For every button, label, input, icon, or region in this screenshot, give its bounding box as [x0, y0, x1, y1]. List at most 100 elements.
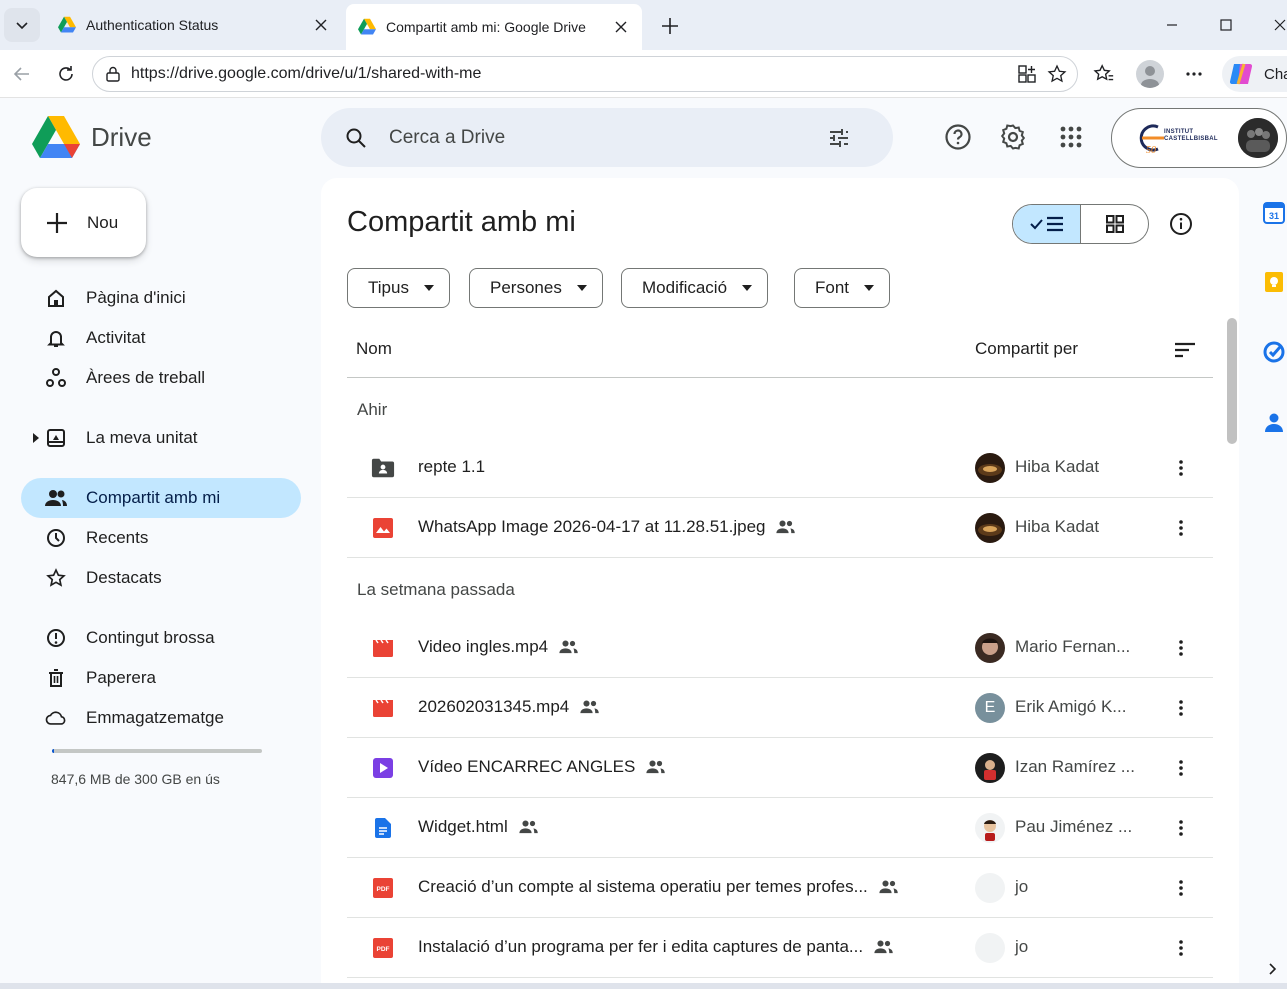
new-button[interactable]: Nou	[21, 188, 146, 257]
close-icon[interactable]	[612, 18, 630, 36]
owner-avatar	[975, 873, 1005, 903]
file-row[interactable]: Video ingles.mp4 Mario Fernan...	[347, 618, 1213, 678]
account-switcher[interactable]: 50 INSTITUT CASTELLBISBAL	[1111, 108, 1287, 168]
sidebar-item-label: Àrees de treball	[86, 368, 206, 387]
new-tab-button[interactable]	[656, 12, 684, 40]
search-options-icon[interactable]	[825, 124, 853, 152]
settings-more-button[interactable]	[1180, 60, 1208, 88]
keep-app-button[interactable]	[1262, 270, 1286, 294]
settings-button[interactable]	[997, 121, 1029, 153]
sidebar-item-label: La meva unitat	[86, 428, 198, 447]
home-icon	[45, 287, 67, 309]
minimize-button[interactable]	[1158, 12, 1186, 38]
browser-profile-avatar[interactable]	[1136, 60, 1164, 88]
caret-right-icon[interactable]	[33, 433, 39, 443]
details-button[interactable]	[1165, 208, 1197, 240]
file-row[interactable]: Vídeo ENCARREC ANGLES Izan Ramírez ...	[347, 738, 1213, 798]
sidebar-item-recent[interactable]: Recents	[21, 518, 301, 558]
more-actions-icon[interactable]	[1167, 754, 1195, 782]
more-actions-icon[interactable]	[1167, 874, 1195, 902]
file-row[interactable]: PDF Creació d’un compte al sistema opera…	[347, 858, 1213, 918]
file-row[interactable]: repte 1.1 Hiba Kadat	[347, 438, 1213, 498]
back-button[interactable]	[8, 60, 36, 88]
more-actions-icon[interactable]	[1167, 814, 1195, 842]
sidebar-item-activity[interactable]: Activitat	[21, 318, 301, 358]
svg-text:PDF: PDF	[377, 886, 390, 893]
shared-people-icon	[878, 879, 900, 895]
search-icon[interactable]	[343, 125, 369, 151]
shared-people-icon	[45, 487, 67, 509]
column-name-header[interactable]: Nom	[356, 339, 392, 359]
more-actions-icon[interactable]	[1167, 454, 1195, 482]
sort-options-icon[interactable]	[1171, 336, 1199, 364]
search-input[interactable]	[389, 126, 819, 149]
address-bar[interactable]: https://drive.google.com/drive/u/1/share…	[92, 56, 1078, 92]
side-panel-expand-button[interactable]	[1266, 960, 1280, 978]
grid-view-button[interactable]	[1081, 205, 1148, 243]
filter-modified-chip[interactable]: Modificació	[621, 268, 769, 308]
owner-avatar	[975, 633, 1005, 663]
file-row[interactable]: 202602031345.mp4 E Erik Amigó K...	[347, 678, 1213, 738]
caret-down-icon	[423, 282, 435, 294]
maximize-button[interactable]	[1212, 12, 1240, 38]
close-icon[interactable]	[312, 16, 330, 34]
sidebar-item-spam[interactable]: Contingut brossa	[21, 618, 301, 658]
layout-toggle	[1012, 204, 1149, 244]
list-view-button[interactable]	[1013, 205, 1081, 243]
drive-logo-icon[interactable]	[32, 116, 80, 160]
arrow-left-icon	[13, 67, 29, 81]
site-info-icon[interactable]	[103, 64, 123, 84]
file-name: repte 1.1	[418, 457, 486, 476]
google-apps-button[interactable]	[1055, 121, 1087, 153]
tab-title: Authentication Status	[86, 17, 219, 33]
more-actions-icon[interactable]	[1167, 634, 1195, 662]
sidebar-item-storage[interactable]: Emmagatzematge	[21, 698, 301, 738]
tab-list-button[interactable]	[4, 8, 40, 42]
docs-file-icon	[371, 816, 395, 840]
reload-button[interactable]	[52, 60, 80, 88]
star-icon[interactable]	[1047, 64, 1067, 84]
copilot-button[interactable]: Cha	[1222, 56, 1287, 92]
drive-search-box[interactable]	[321, 108, 893, 167]
filter-people-chip[interactable]: Persones	[469, 268, 603, 308]
file-row[interactable]: Widget.html Pau Jiménez ...	[347, 798, 1213, 858]
drive-product-name[interactable]: Drive	[91, 122, 152, 153]
sidebar-item-label: Destacats	[86, 568, 162, 587]
tasks-app-button[interactable]	[1262, 340, 1286, 364]
sidebar-item-shared-with-me[interactable]: Compartit amb mi	[21, 478, 301, 518]
gear-icon	[1000, 124, 1026, 150]
filter-type-chip[interactable]: Tipus	[347, 268, 450, 308]
help-button[interactable]	[942, 121, 974, 153]
column-shared-by-header[interactable]: Compartit per	[975, 339, 1078, 359]
sidebar-item-trash[interactable]: Paperera	[21, 658, 301, 698]
file-row[interactable]: WhatsApp Image 2026-04-17 at 11.28.51.jp…	[347, 498, 1213, 558]
image-file-icon	[371, 516, 395, 540]
file-list-scrollbar[interactable]	[1227, 318, 1237, 444]
shared-people-icon	[645, 759, 667, 775]
workspaces-icon	[45, 367, 67, 389]
tab-authentication-status[interactable]: Authentication Status	[46, 6, 342, 44]
contacts-app-button[interactable]	[1262, 410, 1286, 434]
more-actions-icon[interactable]	[1167, 694, 1195, 722]
close-window-button[interactable]	[1266, 12, 1287, 38]
owner-initial: E	[984, 699, 996, 716]
vids-file-icon	[371, 756, 395, 780]
pdf-file-icon: PDF	[371, 936, 395, 960]
window-bottom-edge	[0, 983, 1287, 989]
calendar-app-button[interactable]: 31	[1262, 201, 1286, 225]
app-install-icon[interactable]	[1017, 64, 1037, 84]
chevron-right-icon	[1269, 963, 1277, 975]
file-row[interactable]: PDF Instalació d’un programa per fer i e…	[347, 918, 1213, 978]
sidebar-item-home[interactable]: Pàgina d'inici	[21, 278, 301, 318]
filter-source-chip[interactable]: Font	[794, 268, 891, 308]
file-name-wrap: Vídeo ENCARREC ANGLES	[418, 757, 667, 777]
tab-google-drive[interactable]: Compartit amb mi: Google Drive	[346, 4, 642, 50]
sidebar-item-starred[interactable]: Destacats	[21, 558, 301, 598]
more-actions-icon[interactable]	[1167, 934, 1195, 962]
favorites-button[interactable]	[1090, 60, 1118, 88]
sidebar-item-my-drive[interactable]: La meva unitat	[21, 418, 301, 458]
sidebar-item-workspaces[interactable]: Àrees de treball	[21, 358, 301, 398]
file-name-wrap: WhatsApp Image 2026-04-17 at 11.28.51.jp…	[418, 517, 797, 537]
more-actions-icon[interactable]	[1167, 514, 1195, 542]
bell-icon	[45, 327, 67, 349]
